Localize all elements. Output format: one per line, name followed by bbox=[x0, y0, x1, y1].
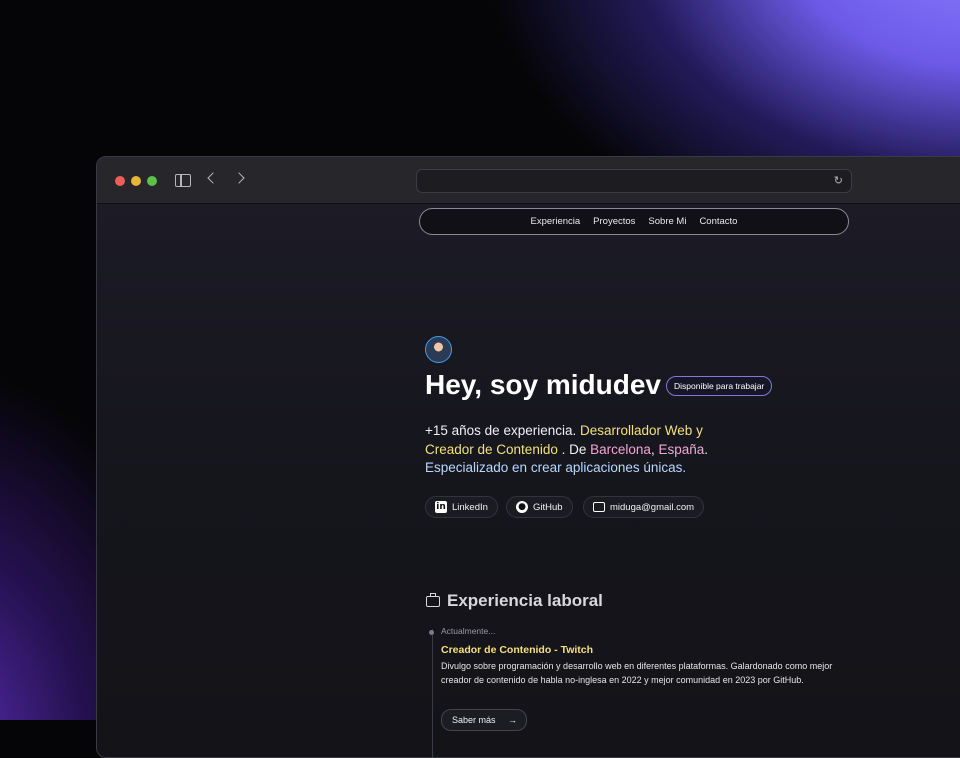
nav-item-sobre-mi[interactable]: Sobre Mi bbox=[648, 216, 686, 227]
browser-window: ↻ Experiencia Proyectos Sobre Mi Contact… bbox=[96, 156, 960, 758]
intro-city: Barcelona bbox=[590, 441, 651, 457]
briefcase-icon bbox=[426, 593, 440, 607]
timeline-line bbox=[432, 629, 433, 757]
intro-experience: +15 años de experiencia. bbox=[425, 423, 577, 438]
address-bar[interactable]: ↻ bbox=[416, 169, 852, 193]
availability-badge[interactable]: Disponible para trabajar bbox=[666, 376, 773, 396]
minimize-window-button[interactable] bbox=[131, 176, 141, 186]
github-icon: ● bbox=[516, 501, 528, 513]
experience-date: Actualmente... bbox=[441, 626, 496, 636]
arrow-right-icon: → bbox=[508, 715, 517, 725]
email-button[interactable]: miduga@gmail.com bbox=[583, 496, 705, 518]
linkedin-icon: in bbox=[435, 501, 447, 513]
intro-country: España bbox=[658, 441, 705, 457]
read-more-button[interactable]: Saber más → bbox=[441, 709, 527, 731]
top-nav: Experiencia Proyectos Sobre Mi Contacto bbox=[419, 208, 849, 235]
intro-comma: , bbox=[650, 441, 655, 457]
read-more-label: Saber más bbox=[452, 715, 496, 725]
close-window-button[interactable] bbox=[115, 176, 125, 186]
timeline-dot bbox=[429, 630, 434, 635]
browser-titlebar: ↻ bbox=[97, 157, 960, 204]
reload-icon[interactable]: ↻ bbox=[834, 174, 843, 188]
chevron-left-icon[interactable] bbox=[207, 172, 219, 184]
intro-specialty: Especializado en crear aplicaciones únic… bbox=[425, 460, 687, 475]
nav-item-proyectos[interactable]: Proyectos bbox=[593, 216, 635, 227]
sidebar-icon[interactable] bbox=[175, 174, 191, 187]
experience-description: Divulgo sobre programación y desarrollo … bbox=[441, 661, 833, 685]
email-label: miduga@gmail.com bbox=[610, 501, 695, 513]
chevron-right-icon[interactable] bbox=[233, 172, 245, 184]
nav-item-experiencia[interactable]: Experiencia bbox=[531, 216, 581, 227]
intro-text: +15 años de experiencia. Desarrollador W… bbox=[425, 422, 745, 478]
mail-icon bbox=[593, 502, 605, 512]
linkedin-button[interactable]: in LinkedIn bbox=[425, 496, 498, 518]
intro-dot: . bbox=[704, 441, 709, 457]
experience-title: Creador de Contenido - Twitch bbox=[441, 644, 594, 656]
linkedin-label: LinkedIn bbox=[452, 501, 488, 513]
section-title-experience: Experiencia laboral bbox=[447, 591, 603, 610]
page-content: Experiencia Proyectos Sobre Mi Contacto … bbox=[97, 204, 960, 757]
avatar bbox=[425, 336, 452, 363]
github-button[interactable]: ● GitHub bbox=[506, 496, 573, 518]
github-label: GitHub bbox=[533, 501, 563, 513]
nav-item-contacto[interactable]: Contacto bbox=[699, 216, 737, 227]
maximize-window-button[interactable] bbox=[147, 176, 157, 186]
page-title: Hey, soy midudev bbox=[425, 369, 662, 400]
intro-from: . De bbox=[561, 441, 587, 457]
